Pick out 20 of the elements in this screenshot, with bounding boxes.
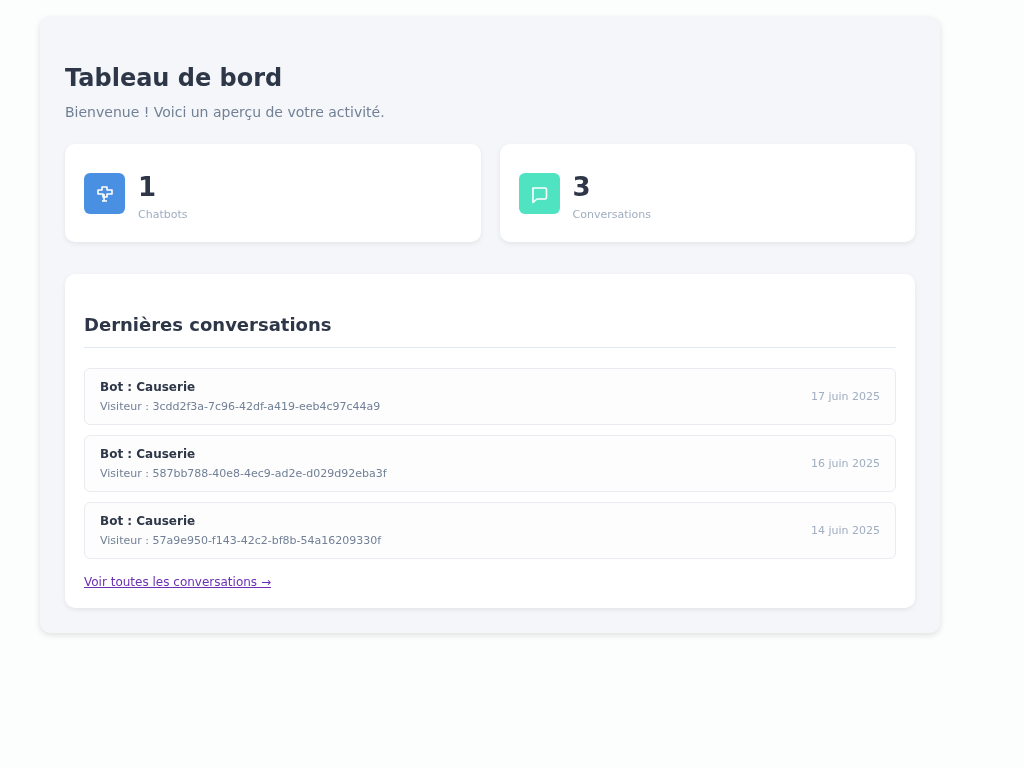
stat-value: 1	[138, 172, 158, 202]
conversation-item[interactable]: Bot : Causerie Visiteur : 587bb788-40e8-4ec9-ad2e-d029d92eba3f 16 juin 2025	[84, 435, 896, 492]
bot-name: Bot : Causerie	[100, 380, 197, 394]
bot-name: Bot : Causerie	[100, 447, 197, 461]
conversation-date: 17 juin 2025	[810, 390, 880, 403]
conversation-date: 14 juin 2025	[810, 524, 880, 537]
stat-label: Chatbots	[138, 208, 188, 221]
conversation-date: 16 juin 2025	[810, 457, 880, 470]
stat-label: Conversations	[572, 208, 651, 221]
view-all-link[interactable]: Voir toutes les conversations →	[84, 575, 271, 589]
stat-value: 3	[572, 172, 592, 202]
conversation-item[interactable]: Bot : Causerie Visiteur : 57a9e950-f143-42c2-bf8b-54a16209330f 14 juin 2025	[84, 502, 896, 559]
section-title: Dernières conversations	[84, 314, 896, 348]
page-subtitle: Bienvenue ! Voici un aperçu de votre activité.	[65, 104, 386, 120]
visitor-id: Visiteur : 3cdd2f3a-7c96-42df-a419-eeb4c97c44a9	[100, 400, 381, 413]
page-title: Tableau de bord	[65, 64, 284, 92]
visitor-id: Visiteur : 587bb788-40e8-4ec9-ad2e-d029d92eba3f	[100, 467, 387, 480]
conversation-item[interactable]: Bot : Causerie Visiteur : 3cdd2f3a-7c96-42df-a419-eeb4c97c44a9 17 juin 2025	[84, 368, 896, 425]
visitor-id: Visiteur : 57a9e950-f143-42c2-bf8b-54a16209330f	[100, 534, 382, 547]
bot-name: Bot : Causerie	[100, 514, 197, 528]
